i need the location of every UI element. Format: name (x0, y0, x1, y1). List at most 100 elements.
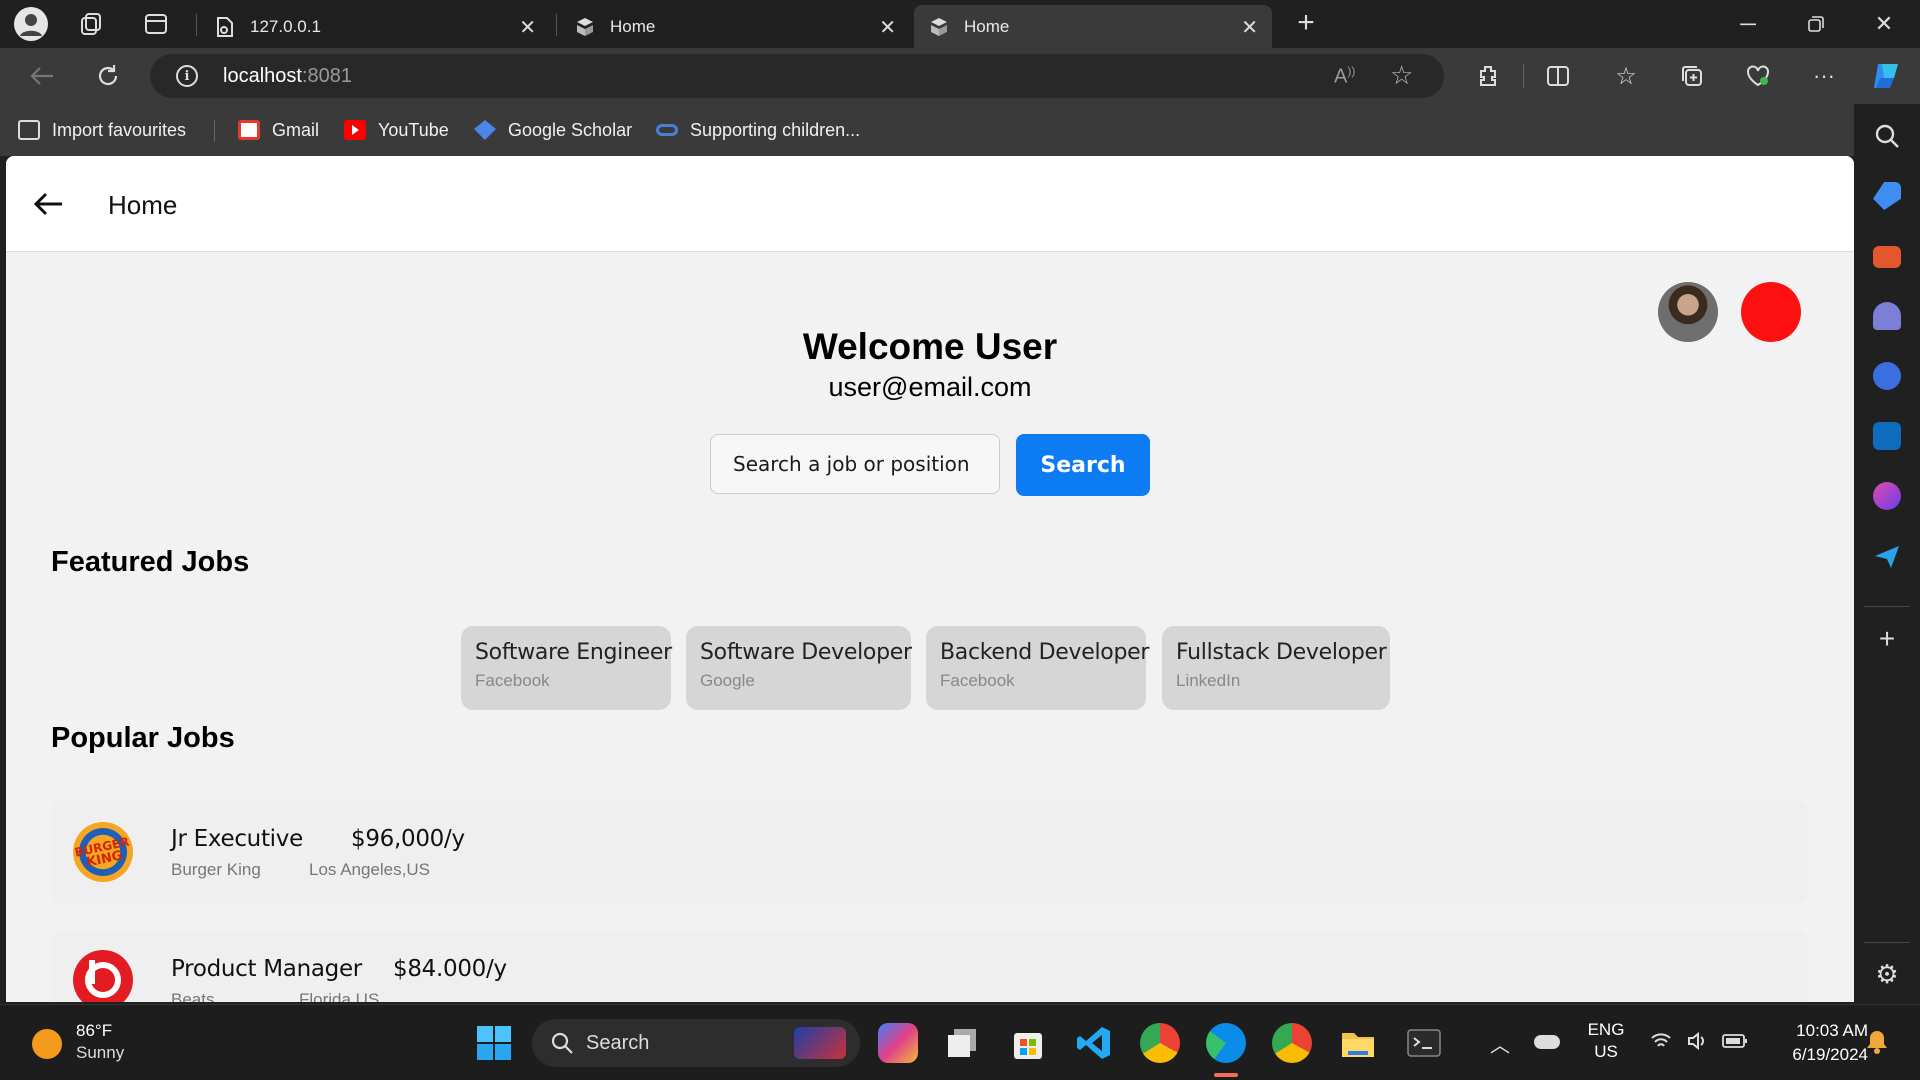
close-window-button[interactable]: ✕ (1852, 0, 1916, 48)
minimize-button[interactable]: ─ (1716, 0, 1780, 48)
job-company: Beats (171, 990, 215, 1002)
restore-button[interactable] (1784, 0, 1848, 48)
shopping-tag-icon[interactable] (1873, 182, 1901, 210)
featured-job-card[interactable]: Software Engineer Facebook (461, 626, 672, 710)
terminal-icon[interactable] (1404, 1023, 1444, 1063)
games-icon[interactable] (1873, 302, 1901, 330)
file-icon (214, 16, 236, 38)
back-icon[interactable] (24, 58, 60, 94)
windows-taskbar: 86°F Sunny Search ︿ ENG US 10:03 AM 6/19… (0, 1004, 1920, 1080)
url-text[interactable]: localhost:8081 (223, 65, 352, 88)
featured-job-card[interactable]: Backend Developer Facebook (926, 626, 1150, 710)
link-icon (656, 124, 678, 136)
job-location: Florida,US (299, 990, 380, 1002)
copilot-app-icon[interactable] (878, 1023, 918, 1063)
start-icon[interactable] (474, 1023, 514, 1063)
add-sidebar-icon[interactable]: + (1873, 625, 1901, 654)
weather-widget[interactable]: 86°F Sunny (30, 1019, 150, 1067)
chrome-profile-icon[interactable] (1140, 1023, 1180, 1063)
fav-youtube[interactable]: YouTube (344, 116, 449, 144)
workspaces-icon[interactable] (78, 10, 106, 38)
gmail-icon (238, 120, 260, 140)
favorite-star-icon[interactable]: ☆ (1390, 60, 1413, 91)
fav-supporting[interactable]: Supporting children... (656, 116, 860, 144)
tab-home-1[interactable]: Home ✕ (560, 5, 910, 48)
collections-icon[interactable] (1674, 58, 1710, 94)
split-screen-icon[interactable] (1540, 58, 1576, 94)
new-tab-button[interactable]: + (1290, 8, 1322, 40)
store-icon[interactable] (1008, 1023, 1048, 1063)
notification-bell-icon[interactable] (1866, 1029, 1888, 1060)
tab-label: 127.0.0.1 (250, 16, 321, 36)
job-title: Backend Developer (940, 640, 1150, 665)
user-email: user@email.com (828, 372, 1032, 402)
popular-jobs-heading: Popular Jobs (51, 722, 235, 754)
onedrive-icon[interactable] (1534, 1035, 1560, 1049)
tools-icon[interactable] (1873, 246, 1901, 268)
file-explorer-icon[interactable] (1338, 1023, 1378, 1063)
profile-icon[interactable] (14, 7, 48, 41)
job-title: Product Manager (171, 956, 362, 982)
back-arrow-icon[interactable] (30, 186, 70, 222)
tab-actions-icon[interactable] (142, 10, 170, 38)
scholar-icon (474, 120, 496, 140)
search-icon (551, 1032, 573, 1054)
copilot-icon[interactable] (1868, 58, 1904, 94)
browser-essentials-icon[interactable] (1740, 58, 1776, 94)
job-company: Facebook (475, 671, 550, 690)
vscode-icon[interactable] (1074, 1023, 1114, 1063)
job-title: Fullstack Developer (1176, 640, 1387, 665)
favorites-icon[interactable]: ☆ (1608, 58, 1644, 94)
close-icon[interactable]: ✕ (879, 15, 896, 40)
designer-icon[interactable] (1873, 482, 1901, 510)
extensions-icon[interactable] (1470, 58, 1506, 94)
sun-icon (32, 1029, 62, 1059)
more-menu-icon[interactable]: ··· (1806, 58, 1842, 94)
tab-home-2[interactable]: Home ✕ (914, 5, 1272, 48)
chrome-icon[interactable] (1272, 1023, 1312, 1063)
battery-icon[interactable] (1722, 1033, 1748, 1054)
expo-icon (574, 16, 596, 38)
tab-127[interactable]: 127.0.0.1 ✕ (200, 5, 550, 48)
tab-strip: 127.0.0.1 ✕ Home ✕ Home ✕ + ─ ✕ (0, 0, 1920, 48)
clock[interactable]: 10:03 AM 6/19/2024 (1764, 1019, 1868, 1067)
edge-icon[interactable] (1206, 1023, 1246, 1063)
featured-job-card[interactable]: Software Developer Google (686, 626, 912, 710)
web-page: Home Welcome User user@email.com Search … (6, 156, 1854, 1002)
task-view-icon[interactable] (942, 1023, 982, 1063)
refresh-icon[interactable] (90, 58, 126, 94)
outlook-icon[interactable] (1873, 422, 1901, 450)
search-icon[interactable] (1873, 122, 1901, 150)
fav-gmail[interactable]: Gmail (238, 116, 319, 144)
featured-job-card[interactable]: Fullstack Developer LinkedIn (1162, 626, 1390, 710)
edge-sidebar: + ⚙ (1854, 104, 1920, 1004)
chevron-up-icon[interactable]: ︿ (1490, 1029, 1510, 1058)
copilot-small-icon[interactable] (1873, 362, 1901, 390)
address-bar[interactable]: i localhost:8081 A)) ☆ (150, 54, 1444, 98)
youtube-icon (344, 120, 366, 140)
job-search-input[interactable] (710, 434, 1000, 494)
wifi-icon[interactable] (1650, 1031, 1672, 1056)
popular-job-row[interactable]: Product Manager $84.000/y Beats Florida,… (51, 930, 1807, 1002)
close-icon[interactable]: ✕ (1241, 15, 1258, 40)
taskbar-search[interactable]: Search (532, 1019, 860, 1067)
job-company: Facebook (940, 671, 1015, 690)
language-indicator[interactable]: ENG US (1586, 1019, 1626, 1063)
tab-label: Home (964, 16, 1010, 36)
search-button[interactable]: Search (1016, 434, 1150, 496)
close-icon[interactable]: ✕ (519, 15, 536, 40)
site-info-icon[interactable]: i (176, 65, 198, 87)
popular-job-row[interactable]: BURGER KING Jr Executive $96,000/y Burger… (51, 800, 1807, 904)
settings-gear-icon[interactable]: ⚙ (1873, 960, 1901, 988)
job-company: Google (700, 671, 755, 690)
favourites-bar: Import favourites Gmail YouTube Google S… (0, 104, 1920, 156)
read-aloud-icon[interactable]: A)) (1334, 64, 1355, 89)
fav-scholar[interactable]: Google Scholar (474, 116, 632, 144)
tab-label: Home (610, 16, 656, 36)
burger-king-logo: BURGER KING (73, 822, 133, 882)
volume-icon[interactable] (1686, 1031, 1708, 1056)
fav-import[interactable]: Import favourites (18, 116, 186, 144)
import-icon (18, 120, 40, 140)
send-icon[interactable] (1873, 542, 1901, 570)
job-title: Software Engineer (475, 640, 672, 665)
